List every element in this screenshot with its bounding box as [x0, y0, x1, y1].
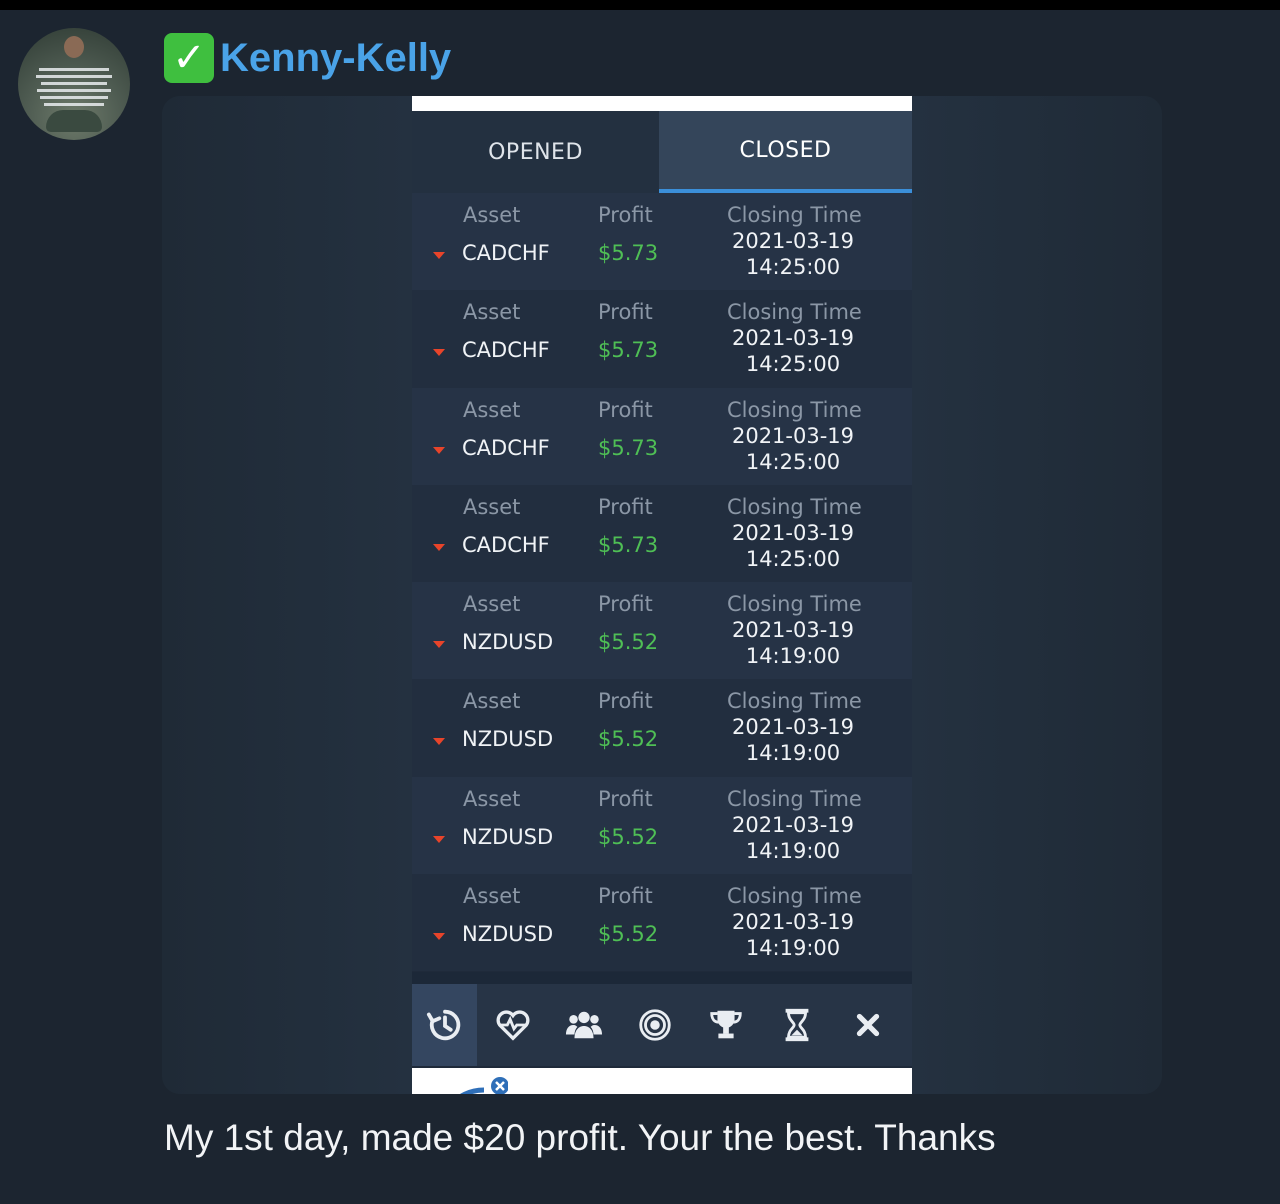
- message-text: My 1st day, made $20 profit. Your the be…: [164, 1117, 996, 1158]
- profit-label: Profit: [598, 786, 653, 811]
- trade-row[interactable]: Asset NZDUSD Profit $5.52 Closing Time 2021-0…: [412, 874, 912, 972]
- closing-clock-value: 14:25:00: [745, 352, 841, 377]
- trade-row[interactable]: Asset CADCHF Profit $5.73 Closing Time 2021-0…: [412, 387, 912, 485]
- sender-name[interactable]: Kenny-Kelly: [220, 36, 451, 81]
- check-mark-icon: ✓: [164, 33, 214, 83]
- closing-date-value: 2021-03-19: [731, 326, 855, 351]
- closing-date-value: 2021-03-19: [731, 715, 855, 740]
- profit-label: Profit: [598, 300, 653, 325]
- down-arrow-icon: [433, 349, 445, 357]
- target-icon[interactable]: [619, 984, 690, 1066]
- closing-clock-value: 14:25:00: [745, 255, 841, 279]
- list-footer-gap: [412, 972, 912, 984]
- profit-value: $5.73: [598, 338, 659, 363]
- profit-value: $5.52: [598, 922, 659, 947]
- pulse-heart-icon[interactable]: [477, 984, 548, 1066]
- asset-value: NZDUSD: [462, 727, 554, 752]
- trophy-icon[interactable]: [690, 984, 761, 1066]
- profit-label: Profit: [598, 689, 653, 714]
- trade-row[interactable]: Asset NZDUSD Profit $5.52 Closing Time 2021-0…: [412, 582, 912, 680]
- closed-trades-list: Asset CADCHF Profit $5.73 Closing Time 2021-0…: [412, 193, 912, 972]
- asset-label: Asset: [463, 689, 521, 714]
- closing-date-value: 2021-03-19: [731, 618, 855, 643]
- screenshot-top-strip: [412, 96, 912, 111]
- down-arrow-icon: [433, 738, 445, 746]
- group-icon[interactable]: [548, 984, 619, 1066]
- closing-time-label: Closing Time: [727, 592, 862, 617]
- avatar-body: [46, 110, 102, 132]
- partial-close-badge-icon: [460, 1077, 508, 1094]
- closing-date-value: 2021-03-19: [731, 229, 855, 253]
- asset-label: Asset: [463, 203, 521, 227]
- asset-value: NZDUSD: [462, 922, 554, 947]
- down-arrow-icon: [433, 641, 445, 649]
- closing-date-value: 2021-03-19: [731, 423, 855, 448]
- sender-header: ✓ Kenny-Kelly: [164, 32, 451, 84]
- down-arrow-icon: [433, 835, 445, 843]
- closing-time-label: Closing Time: [727, 203, 862, 227]
- closing-date-value: 2021-03-19: [731, 520, 855, 545]
- profit-value: $5.73: [598, 532, 659, 557]
- closing-time-label: Closing Time: [727, 494, 862, 519]
- closing-clock-value: 14:19:00: [745, 838, 841, 863]
- down-arrow-icon: [433, 543, 445, 551]
- tab-closed[interactable]: CLOSED: [659, 111, 912, 193]
- history-icon[interactable]: [412, 984, 477, 1066]
- trade-row[interactable]: Asset CADCHF Profit $5.73 Closing Time 2021-0…: [412, 193, 912, 291]
- asset-label: Asset: [463, 397, 521, 422]
- closing-clock-value: 14:19:00: [745, 644, 841, 669]
- bottom-toolbar: [412, 984, 912, 1066]
- profit-label: Profit: [598, 592, 653, 617]
- trade-row[interactable]: Asset CADCHF Profit $5.73 Closing Time 2021-0…: [412, 484, 912, 583]
- avatar-caption-lines: [34, 68, 114, 110]
- asset-label: Asset: [463, 786, 521, 811]
- down-arrow-icon: [433, 252, 445, 259]
- profit-value: $5.73: [598, 241, 659, 265]
- profit-label: Profit: [598, 494, 653, 519]
- closing-date-value: 2021-03-19: [731, 910, 855, 935]
- trade-row[interactable]: Asset CADCHF Profit $5.73 Closing Time 2021-0…: [412, 290, 912, 388]
- profit-label: Profit: [598, 884, 653, 909]
- down-arrow-icon: [433, 446, 445, 454]
- profit-label: Profit: [598, 397, 653, 422]
- profit-value: $5.52: [598, 630, 659, 655]
- profit-value: $5.52: [598, 824, 659, 849]
- trade-row[interactable]: Asset NZDUSD Profit $5.52 Closing Time 2021-0…: [412, 679, 912, 777]
- screenshot-bottom-strip: [412, 1068, 912, 1094]
- hourglass-icon[interactable]: [761, 984, 832, 1066]
- closing-clock-value: 14:25:00: [745, 546, 841, 571]
- closing-time-label: Closing Time: [727, 884, 862, 909]
- asset-value: NZDUSD: [462, 824, 554, 849]
- profit-value: $5.73: [598, 435, 659, 460]
- avatar-head: [64, 36, 84, 58]
- down-arrow-icon: [433, 933, 445, 941]
- closing-time-label: Closing Time: [727, 300, 862, 325]
- asset-label: Asset: [463, 592, 521, 617]
- status-bar: [0, 0, 1280, 10]
- asset-value: CADCHF: [462, 338, 550, 363]
- profit-label: Profit: [598, 203, 653, 227]
- asset-value: CADCHF: [462, 435, 550, 460]
- asset-value: CADCHF: [462, 241, 550, 265]
- closing-clock-value: 14:19:00: [745, 936, 841, 961]
- asset-label: Asset: [463, 494, 521, 519]
- closing-time-label: Closing Time: [727, 397, 862, 422]
- asset-label: Asset: [463, 884, 521, 909]
- trade-row[interactable]: Asset NZDUSD Profit $5.52 Closing Time 2021-0…: [412, 776, 912, 875]
- trade-tabs: OPENED CLOSED: [412, 111, 912, 193]
- closing-time-label: Closing Time: [727, 689, 862, 714]
- closing-time-label: Closing Time: [727, 786, 862, 811]
- asset-label: Asset: [463, 300, 521, 325]
- closing-clock-value: 14:19:00: [745, 741, 841, 766]
- asset-value: CADCHF: [462, 532, 550, 557]
- tab-opened[interactable]: OPENED: [412, 111, 659, 193]
- profit-value: $5.52: [598, 727, 659, 752]
- asset-value: NZDUSD: [462, 630, 554, 655]
- sender-avatar[interactable]: [18, 28, 130, 140]
- closing-date-value: 2021-03-19: [731, 812, 855, 837]
- trade-history-screenshot[interactable]: OPENED CLOSED Asset CADCHF Profit $5.73 Clos…: [412, 96, 912, 1094]
- close-icon[interactable]: [832, 984, 903, 1066]
- closing-clock-value: 14:25:00: [745, 449, 841, 474]
